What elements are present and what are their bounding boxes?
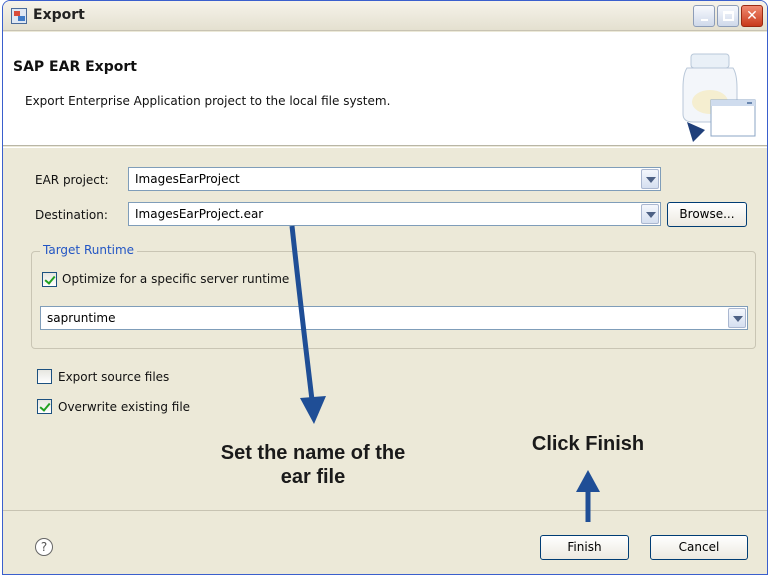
destination-value: ImagesEarProject.ear xyxy=(135,207,264,221)
annotation-set-name-line1: Set the name of the xyxy=(220,442,406,464)
target-runtime-group: Target Runtime Optimize for a specific s… xyxy=(31,243,756,349)
destination-label: Destination: xyxy=(35,208,108,222)
runtime-combo[interactable]: sapruntime xyxy=(40,306,748,330)
destination-combo[interactable]: ImagesEarProject.ear xyxy=(128,202,661,226)
chevron-down-icon[interactable] xyxy=(641,169,659,189)
annotation-set-name: Set the name of the ear file xyxy=(183,441,443,489)
overwrite-checkbox[interactable] xyxy=(37,399,52,414)
optimize-label: Optimize for a specific server runtime xyxy=(62,272,290,286)
export-banner-icon xyxy=(682,53,756,142)
minimize-button[interactable] xyxy=(693,5,715,27)
page-description: Export Enterprise Application project to… xyxy=(25,94,391,108)
annotation-set-name-line2: ear file xyxy=(280,466,346,488)
maximize-button[interactable] xyxy=(717,5,739,27)
overwrite-label: Overwrite existing file xyxy=(58,400,191,414)
export-source-checkbox[interactable] xyxy=(37,369,52,384)
export-dialog: Export ✕ SAP EAR Export Export Enterpris… xyxy=(2,0,768,575)
minimize-icon xyxy=(701,19,708,21)
ear-project-value: ImagesEarProject xyxy=(135,172,240,186)
browse-button[interactable]: Browse... xyxy=(667,202,747,227)
maximize-icon xyxy=(723,11,734,21)
export-window-icon xyxy=(11,8,27,24)
export-source-label: Export source files xyxy=(58,370,170,384)
ear-project-combo[interactable]: ImagesEarProject xyxy=(128,167,661,191)
footer-divider xyxy=(3,510,767,511)
close-button[interactable]: ✕ xyxy=(741,5,763,27)
wizard-body: EAR project: ImagesEarProject Destinatio… xyxy=(3,147,767,574)
title-bar[interactable]: Export ✕ xyxy=(3,1,767,31)
runtime-value: sapruntime xyxy=(47,311,116,325)
help-icon[interactable]: ? xyxy=(35,538,53,556)
cancel-button[interactable]: Cancel xyxy=(650,535,748,560)
optimize-checkbox[interactable] xyxy=(42,272,57,287)
annotation-click-finish: Click Finish xyxy=(531,433,645,455)
chevron-down-icon[interactable] xyxy=(641,204,659,224)
chevron-down-icon[interactable] xyxy=(728,308,746,328)
ear-project-label: EAR project: xyxy=(35,173,109,187)
header-divider xyxy=(3,147,767,148)
page-title: SAP EAR Export xyxy=(13,59,137,75)
window-title: Export xyxy=(33,7,85,23)
target-runtime-title: Target Runtime xyxy=(40,243,138,257)
wizard-header: SAP EAR Export Export Enterprise Applica… xyxy=(3,32,767,146)
close-icon: ✕ xyxy=(746,8,758,24)
finish-button[interactable]: Finish xyxy=(540,535,629,560)
